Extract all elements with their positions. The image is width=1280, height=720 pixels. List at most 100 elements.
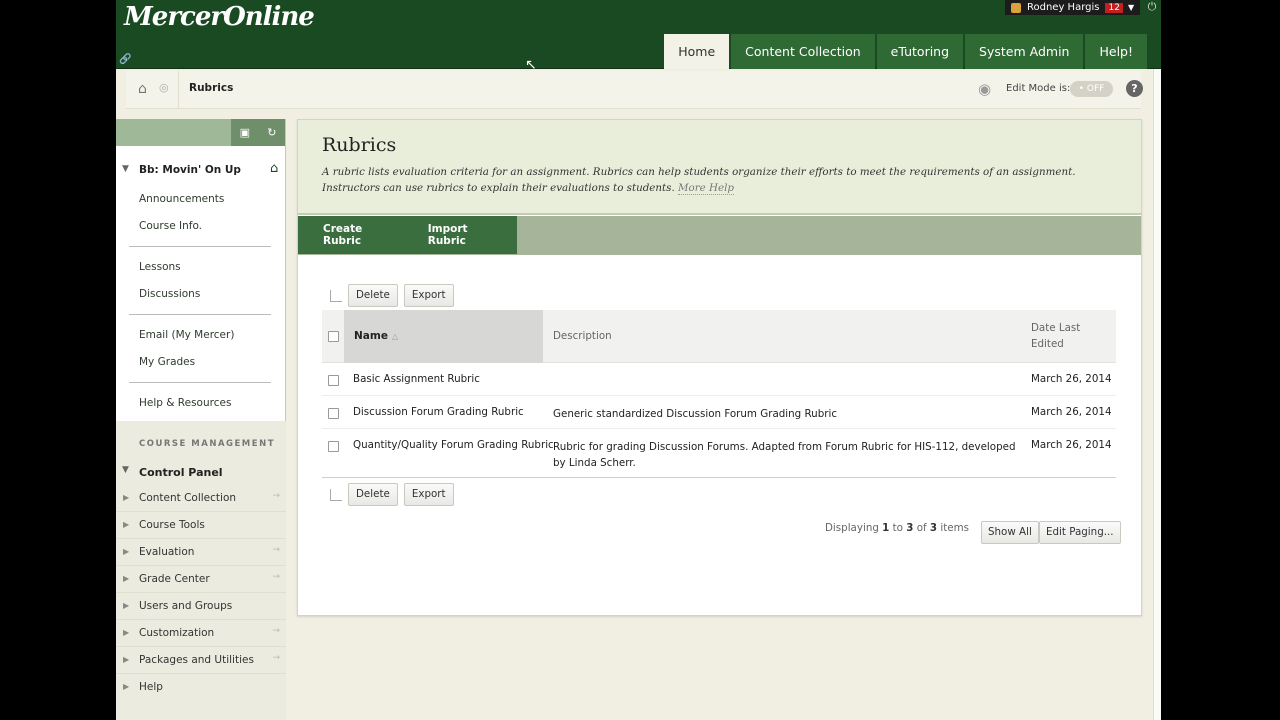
create-rubric-button[interactable]: Create Rubric xyxy=(298,223,412,247)
refresh-icon[interactable]: ↻ xyxy=(267,126,276,139)
sidebar-item-email[interactable]: Email (My Mercer) xyxy=(116,322,285,349)
sidebar-item-discussions[interactable]: Discussions xyxy=(116,281,285,308)
rubric-name[interactable]: Quantity/Quality Forum Grading Rubric xyxy=(353,439,554,451)
help-icon[interactable]: ? xyxy=(1126,80,1143,97)
tab-help[interactable]: Help! xyxy=(1085,34,1147,69)
link-icon[interactable]: 🔗 xyxy=(119,54,131,65)
divider xyxy=(129,314,271,315)
expand-icon[interactable]: ▶ xyxy=(123,655,129,664)
edit-mode-label: Edit Mode is: xyxy=(1006,83,1071,94)
show-all-button[interactable]: Show All xyxy=(981,521,1039,544)
course-title[interactable]: Bb: Movin' On Up xyxy=(139,164,241,176)
tab-system-admin[interactable]: System Admin xyxy=(965,34,1084,69)
user-icon xyxy=(1011,2,1021,13)
bottom-button-row: Delete Export xyxy=(330,483,460,506)
scrollbar[interactable] xyxy=(1153,69,1161,720)
edit-mode-toggle[interactable]: • OFF xyxy=(1070,81,1113,97)
tab-etutoring[interactable]: eTutoring xyxy=(876,34,964,69)
export-button[interactable]: Export xyxy=(403,483,454,506)
paging-info: Displaying 1 to 3 of 3 items xyxy=(825,522,969,534)
page-description: A rubric lists evaluation criteria for a… xyxy=(322,164,1117,196)
cp-item-evaluation[interactable]: ▶ Evaluation → xyxy=(116,539,286,566)
home-icon[interactable]: ⌂ xyxy=(270,161,278,176)
expand-icon[interactable]: ▶ xyxy=(123,601,129,610)
rubric-name[interactable]: Discussion Forum Grading Rubric xyxy=(353,406,524,418)
row-checkbox[interactable] xyxy=(328,375,339,386)
select-all-checkbox[interactable] xyxy=(328,331,339,342)
folder-icon[interactable]: ▣ xyxy=(240,126,250,139)
row-checkbox[interactable] xyxy=(328,408,339,419)
more-help-link[interactable]: More Help xyxy=(678,182,735,195)
rubric-name[interactable]: Basic Assignment Rubric xyxy=(353,373,480,385)
course-menu-tools: ▣ ↻ xyxy=(231,119,285,146)
table-row[interactable]: Quantity/Quality Forum Grading Rubric Ru… xyxy=(322,429,1116,478)
paging-total: 3 xyxy=(929,522,938,534)
cp-item-label: Grade Center xyxy=(139,573,210,585)
site-logo[interactable]: MercerOnline xyxy=(124,2,315,32)
expand-icon[interactable]: ▶ xyxy=(123,547,129,556)
divider xyxy=(129,246,271,247)
rubric-date: March 26, 2014 xyxy=(1031,406,1112,418)
sidebar-item-help-resources[interactable]: Help & Resources xyxy=(116,390,285,417)
breadcrumb-bar: ⌂ ◎ Rubrics ◉ Edit Mode is: • OFF ? xyxy=(126,71,1143,109)
rubric-description: Generic standardized Discussion Forum Gr… xyxy=(553,408,837,420)
table-row[interactable]: Discussion Forum Grading Rubric Generic … xyxy=(322,396,1116,429)
export-button[interactable]: Export xyxy=(403,284,454,307)
expand-icon[interactable]: ▶ xyxy=(123,574,129,583)
eye-icon[interactable]: ◉ xyxy=(978,80,991,98)
description-column-header: Description xyxy=(553,330,612,342)
cp-item-content-collection[interactable]: ▶ Content Collection → xyxy=(116,485,286,512)
cp-item-grade-center[interactable]: ▶ Grade Center → xyxy=(116,566,286,593)
notification-badge[interactable]: 12 xyxy=(1105,2,1123,13)
cp-item-course-tools[interactable]: ▶ Course Tools xyxy=(116,512,286,539)
mouse-cursor-icon: ↖ xyxy=(525,57,537,73)
date-column-label: Date Last xyxy=(1031,322,1081,334)
user-name[interactable]: Rodney Hargis xyxy=(1027,2,1099,13)
tab-content-collection[interactable]: Content Collection xyxy=(731,34,875,69)
cp-item-users-groups[interactable]: ▶ Users and Groups xyxy=(116,593,286,620)
expand-icon[interactable]: ▶ xyxy=(123,628,129,637)
row-checkbox[interactable] xyxy=(328,441,339,452)
cp-item-label: Evaluation xyxy=(139,546,195,558)
cp-item-customization[interactable]: ▶ Customization → xyxy=(116,620,286,647)
sidebar-item-my-grades[interactable]: My Grades xyxy=(116,349,285,376)
cp-item-label: Users and Groups xyxy=(139,600,233,612)
arrow-right-icon[interactable]: → xyxy=(272,653,280,663)
action-group: Create Rubric Import Rubric xyxy=(298,216,517,254)
arrow-right-icon[interactable]: → xyxy=(272,491,280,501)
sort-ascending-icon[interactable]: △ xyxy=(392,332,398,341)
expand-icon[interactable]: ▶ xyxy=(123,520,129,529)
delete-button[interactable]: Delete xyxy=(348,284,398,307)
home-icon[interactable]: ⌂ xyxy=(138,81,147,97)
control-panel-header[interactable]: ▼ Control Panel xyxy=(116,461,286,485)
divider xyxy=(129,382,271,383)
collapse-icon[interactable]: ▼ xyxy=(122,164,129,174)
arrow-right-icon[interactable]: → xyxy=(272,626,280,636)
sidebar-item-announcements[interactable]: Announcements xyxy=(116,186,285,213)
edit-paging-button[interactable]: Edit Paging... xyxy=(1039,521,1121,544)
paging-text: to xyxy=(892,522,903,534)
table-row[interactable]: Basic Assignment Rubric March 26, 2014 xyxy=(322,363,1116,396)
arrow-right-icon[interactable]: → xyxy=(272,572,280,582)
collapse-icon[interactable]: ▼ xyxy=(122,465,129,475)
cp-item-label: Help xyxy=(139,681,163,693)
cp-item-packages-utilities[interactable]: ▶ Packages and Utilities → xyxy=(116,647,286,674)
logout-icon[interactable]: ⏻ xyxy=(1143,0,1161,15)
date-column-header: Date Last Edited xyxy=(1031,320,1101,352)
chevron-down-icon[interactable]: ▼ xyxy=(1128,3,1134,12)
name-column-header[interactable]: Name △ xyxy=(344,310,543,363)
delete-button[interactable]: Delete xyxy=(348,483,398,506)
course-header[interactable]: ▼ Bb: Movin' On Up ⌂ xyxy=(116,160,285,186)
sidebar-item-lessons[interactable]: Lessons xyxy=(116,254,285,281)
cp-item-help[interactable]: ▶ Help xyxy=(116,674,286,701)
course-menu-toolbar: ▣ ↻ xyxy=(116,119,285,146)
sidebar-item-course-info[interactable]: Course Info. xyxy=(116,213,285,240)
expand-icon[interactable]: ▶ xyxy=(123,493,129,502)
tab-home[interactable]: Home xyxy=(664,34,730,69)
user-menu[interactable]: Rodney Hargis 12 ▼ xyxy=(1005,0,1140,15)
chevron-down-icon[interactable]: ◎ xyxy=(159,81,169,94)
expand-icon[interactable]: ▶ xyxy=(123,682,129,691)
edit-mode-state: OFF xyxy=(1086,84,1105,94)
arrow-right-icon[interactable]: → xyxy=(272,545,280,555)
import-rubric-button[interactable]: Import Rubric xyxy=(412,223,517,247)
